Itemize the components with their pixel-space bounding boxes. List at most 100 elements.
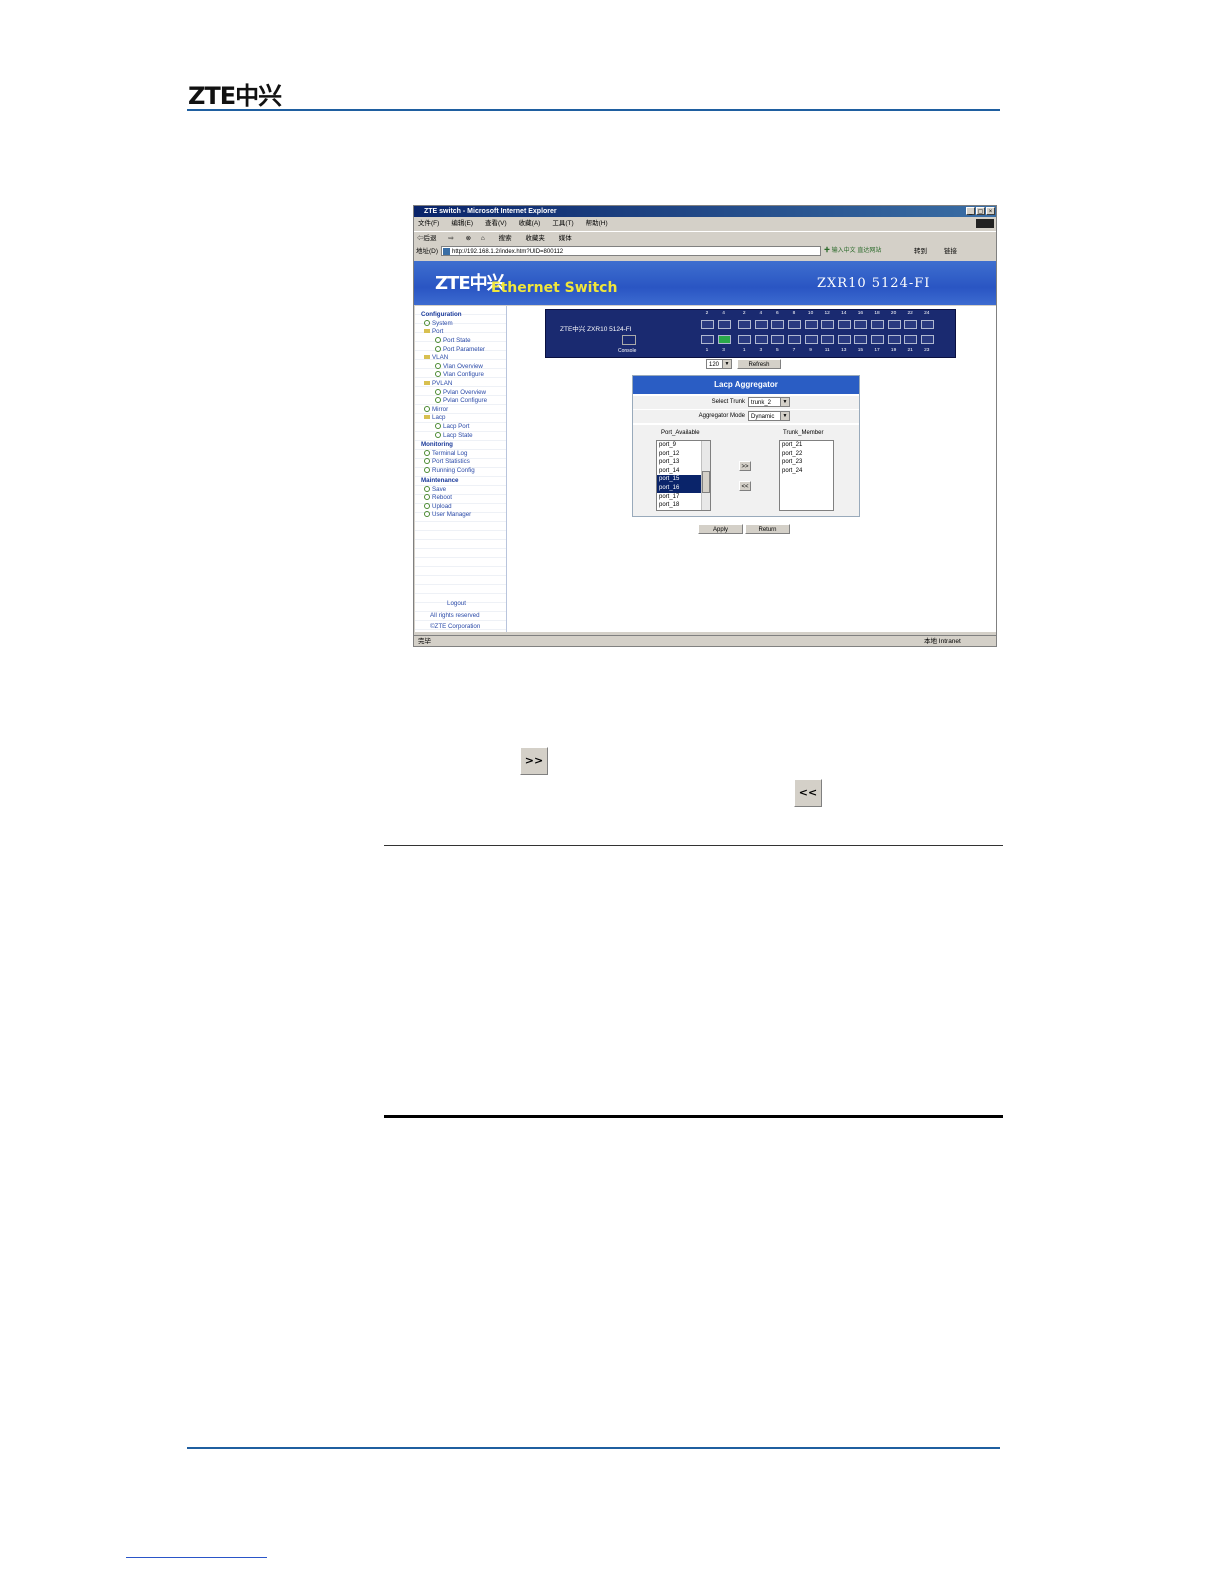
switch-port-icon[interactable] — [871, 335, 884, 344]
switch-port-icon[interactable] — [771, 320, 785, 329]
nav-terminal-log[interactable]: Terminal Log — [424, 450, 467, 457]
nav-pvlan[interactable]: PVLAN — [424, 380, 452, 387]
nav-lacp-state[interactable]: Lacp State — [435, 432, 473, 439]
maximize-button[interactable]: ▢ — [976, 207, 985, 215]
nav-port-state[interactable]: Port State — [435, 337, 471, 344]
switch-port-icon[interactable] — [788, 335, 801, 344]
forward-button[interactable]: ⇨ — [448, 235, 453, 242]
select-trunk-dropdown[interactable]: trunk_2 ▼ — [748, 397, 790, 407]
switch-port-icon[interactable] — [871, 320, 884, 329]
favorites-button[interactable]: 收藏夹 — [525, 235, 545, 242]
nav-lacp-port[interactable]: Lacp Port — [435, 423, 469, 430]
logout-link[interactable]: Logout — [447, 600, 466, 607]
switch-port-icon[interactable] — [887, 335, 901, 344]
nav-reboot[interactable]: Reboot — [424, 494, 452, 501]
switch-port-icon[interactable] — [837, 335, 851, 344]
port-number-label: 16 — [857, 311, 864, 316]
switch-port-icon[interactable] — [821, 320, 835, 329]
nav-mirror[interactable]: Mirror — [424, 406, 448, 413]
nav-vlan-overview[interactable]: Vlan Overview — [435, 363, 483, 370]
close-button[interactable]: × — [986, 207, 995, 215]
nav-port-parameter[interactable]: Port Parameter — [435, 346, 485, 353]
links-button[interactable]: 链接 — [944, 245, 957, 258]
nav-vlan[interactable]: VLAN — [424, 354, 448, 361]
nav-bullet-icon — [435, 346, 441, 353]
switch-port-icon[interactable] — [701, 320, 714, 329]
nav-lacp[interactable]: Lacp — [424, 414, 445, 421]
nav-bullet-icon — [424, 320, 430, 327]
nav-upload[interactable]: Upload — [424, 503, 452, 510]
scrollbar-thumb[interactable] — [702, 471, 710, 493]
menu-view[interactable]: 查看(V) — [485, 220, 507, 227]
list-item[interactable]: port_21 — [780, 441, 833, 450]
port-number-label: 18 — [874, 311, 880, 316]
switch-port-icon[interactable] — [754, 335, 768, 344]
available-ports-list[interactable]: port_9 port_12 port_13 port_14 port_15 port_1… — [656, 440, 711, 511]
switch-port-icon[interactable] — [837, 320, 851, 329]
media-button[interactable]: 媒体 — [559, 235, 572, 242]
nav-pvlan-configure[interactable]: Pvlan Configure — [435, 397, 487, 404]
port-lists-row: Port_Available Trunk_Member port_9 port_1… — [633, 424, 859, 516]
nav-vlan-configure[interactable]: Vlan Configure — [435, 371, 484, 378]
refresh-button[interactable]: Refresh — [737, 359, 781, 369]
scrollbar[interactable] — [701, 441, 710, 510]
menu-favorites[interactable]: 收藏(A) — [519, 220, 541, 227]
add-port-button[interactable]: >> — [739, 461, 751, 471]
switch-port-icon[interactable] — [904, 320, 918, 329]
refresh-interval-select[interactable]: 120 ▼ — [706, 359, 732, 369]
stop-icon[interactable]: ⊗ — [466, 235, 471, 242]
return-button[interactable]: Return — [745, 524, 790, 534]
switch-port-icon[interactable] — [821, 335, 835, 344]
search-button[interactable]: 搜索 — [499, 235, 512, 242]
switch-port-icon[interactable] — [804, 320, 818, 329]
list-item[interactable]: port_22 — [780, 450, 833, 459]
chevron-down-icon: ▼ — [780, 398, 789, 406]
select-trunk-label: Select Trunk — [711, 399, 745, 405]
nav-save[interactable]: Save — [424, 486, 446, 493]
switch-port-icon[interactable] — [804, 335, 818, 344]
menu-tools[interactable]: 工具(T) — [552, 220, 573, 227]
nav-running-config[interactable]: Running Config — [424, 467, 475, 474]
port-number-label: 5 — [776, 348, 779, 353]
switch-port-icon[interactable] — [738, 335, 752, 344]
switch-port-icon[interactable] — [717, 335, 731, 344]
remove-port-button[interactable]: << — [739, 481, 751, 491]
port-number-label: 6 — [776, 311, 779, 316]
switch-port-icon[interactable] — [738, 320, 752, 329]
switch-port-icon[interactable] — [771, 335, 785, 344]
address-input[interactable]: http://192.168.1.2/index.htm?UID=800112 — [441, 246, 821, 256]
nav-bullet-icon — [424, 511, 430, 518]
nav-system[interactable]: System — [424, 320, 453, 327]
minimize-button[interactable]: _ — [966, 207, 975, 215]
list-item[interactable]: port_23 — [780, 458, 833, 467]
aggregator-mode-dropdown[interactable]: Dynamic ▼ — [748, 411, 790, 421]
menu-help[interactable]: 帮助(H) — [586, 220, 608, 227]
nav-pvlan-overview[interactable]: Pvlan Overview — [435, 389, 486, 396]
nav-port[interactable]: Port — [424, 328, 443, 335]
switch-port-icon[interactable] — [904, 335, 918, 344]
switch-port-icon[interactable] — [701, 335, 714, 344]
port-number-label: 13 — [841, 348, 847, 353]
nav-user-manager[interactable]: User Manager — [424, 511, 471, 518]
switch-port-icon[interactable] — [920, 335, 934, 344]
port-number-label: 9 — [809, 348, 812, 353]
nav-port-statistics[interactable]: Port Statistics — [424, 458, 470, 465]
header-rule — [187, 109, 1000, 111]
list-item[interactable]: port_24 — [780, 467, 833, 476]
port-number-label: 8 — [792, 311, 796, 316]
menu-file[interactable]: 文件(F) — [418, 220, 439, 227]
switch-port-icon[interactable] — [854, 335, 868, 344]
nav-configuration: Configuration — [421, 311, 462, 318]
switch-port-icon[interactable] — [754, 320, 768, 329]
home-icon[interactable]: ⌂ — [481, 235, 485, 242]
apply-button[interactable]: Apply — [698, 524, 743, 534]
menu-edit[interactable]: 编辑(E) — [451, 220, 473, 227]
trunk-member-list[interactable]: port_21 port_22 port_23 port_24 — [779, 440, 834, 511]
go-button[interactable]: 转到 — [914, 245, 927, 258]
switch-port-icon[interactable] — [854, 320, 868, 329]
switch-port-icon[interactable] — [887, 320, 901, 329]
back-button[interactable]: ⇦后退 — [417, 235, 437, 242]
switch-port-icon[interactable] — [788, 320, 801, 329]
switch-port-icon[interactable] — [920, 320, 934, 329]
switch-port-icon[interactable] — [717, 320, 731, 329]
